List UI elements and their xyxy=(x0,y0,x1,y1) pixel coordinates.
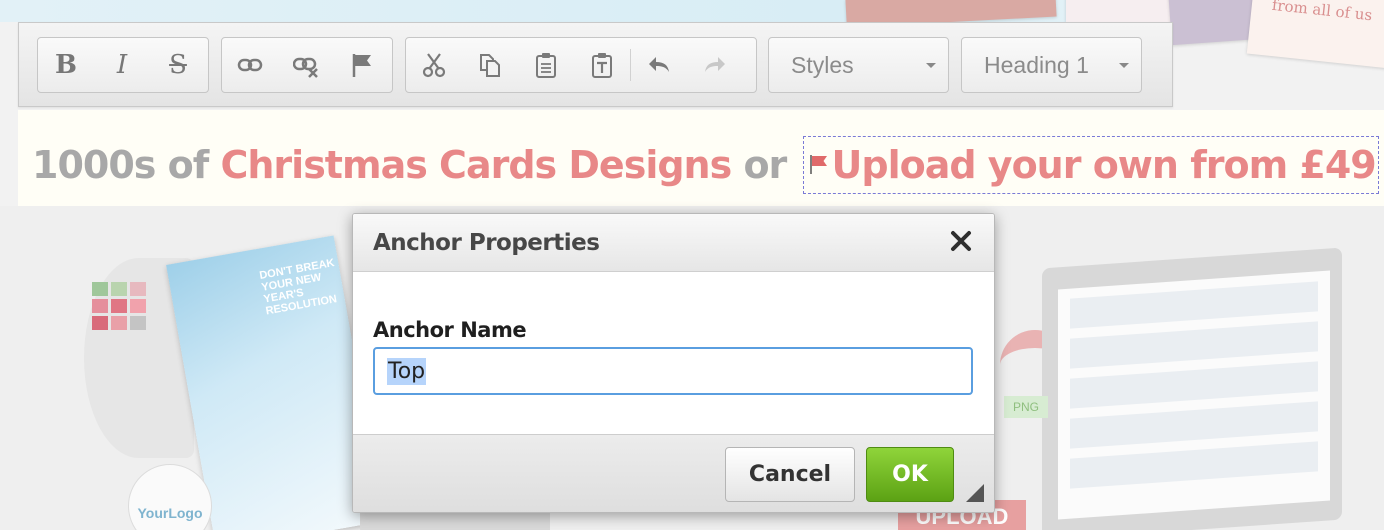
redo-icon xyxy=(705,57,725,72)
heading-text-connector: or xyxy=(731,143,799,187)
anchor-name-label: Anchor Name xyxy=(373,318,527,342)
bold-icon: B xyxy=(55,50,77,80)
paste-button[interactable] xyxy=(518,38,574,92)
links-group xyxy=(221,37,393,93)
undo-icon xyxy=(649,57,669,72)
paste-text-icon xyxy=(592,53,612,78)
format-dropdown[interactable]: Heading 1 xyxy=(961,37,1142,93)
copy-button[interactable] xyxy=(462,38,518,92)
paste-text-button[interactable] xyxy=(574,38,630,92)
editor-toolbar: B I S Styles Heading 1 xyxy=(18,22,1173,107)
dialog-title: Anchor Properties xyxy=(373,230,600,256)
italic-icon: I xyxy=(116,50,128,80)
background-card-greeting: from all of us xyxy=(1246,0,1384,71)
chevron-down-icon xyxy=(1119,63,1129,68)
dialog-title-bar[interactable]: Anchor Properties xyxy=(353,214,994,272)
anchor-flag-icon xyxy=(809,155,827,174)
editor-content-area[interactable]: 1000s of Christmas Cards Designs or Uplo… xyxy=(18,110,1384,206)
cut-icon xyxy=(422,53,446,78)
anchor-flag-icon xyxy=(352,54,371,77)
ok-button[interactable]: OK xyxy=(866,447,954,502)
close-icon[interactable] xyxy=(948,228,974,254)
strikethrough-icon: S xyxy=(169,50,187,80)
chevron-down-icon xyxy=(926,63,936,68)
copy-icon xyxy=(480,54,500,77)
cut-button[interactable] xyxy=(406,38,462,92)
background-color-swatches xyxy=(92,282,146,330)
anchor-button[interactable] xyxy=(334,38,390,92)
format-dropdown-label: Heading 1 xyxy=(984,51,1089,78)
italic-button[interactable]: I xyxy=(94,38,150,92)
cancel-button[interactable]: Cancel xyxy=(725,447,855,502)
paste-icon xyxy=(536,53,556,78)
anchor-properties-dialog: Anchor Properties Anchor Name Top Cancel… xyxy=(352,213,995,513)
resize-grip-icon[interactable] xyxy=(966,484,984,502)
page-heading: 1000s of Christmas Cards Designs or Uplo… xyxy=(32,136,1379,194)
background-file-badge: PNG xyxy=(1004,396,1048,418)
dialog-footer: Cancel OK xyxy=(353,434,994,512)
anchor-name-input[interactable]: Top xyxy=(373,347,973,395)
link-icon xyxy=(237,58,263,72)
anchor-link[interactable]: Upload your own from £49 xyxy=(802,136,1379,194)
styles-dropdown-label: Styles xyxy=(791,51,854,78)
heading-text-highlight: Christmas Cards Designs xyxy=(220,143,732,187)
background-monitor-screen xyxy=(1058,270,1330,520)
unlink-button[interactable] xyxy=(278,38,334,92)
bold-button[interactable]: B xyxy=(38,38,94,92)
anchor-name-value: Top xyxy=(387,357,427,385)
unlink-icon xyxy=(293,57,318,78)
styles-dropdown[interactable]: Styles xyxy=(768,37,949,93)
background-card xyxy=(1066,0,1176,22)
strikethrough-button[interactable]: S xyxy=(150,38,206,92)
link-button[interactable] xyxy=(222,38,278,92)
basic-styles-group: B I S xyxy=(37,37,209,93)
redo-button[interactable] xyxy=(687,38,743,92)
heading-text-intro: 1000s of xyxy=(32,143,221,187)
clipboard-group xyxy=(405,37,757,93)
undo-button[interactable] xyxy=(631,38,687,92)
anchor-link-text: Upload your own from £49 xyxy=(831,143,1377,187)
